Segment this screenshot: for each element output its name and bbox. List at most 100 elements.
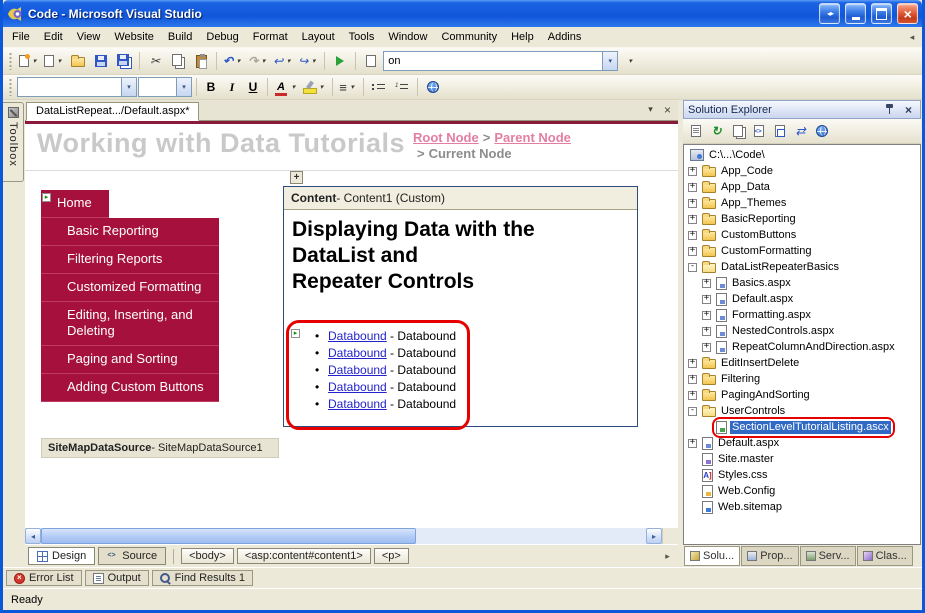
save-button[interactable] (90, 50, 112, 72)
cut-button[interactable] (144, 50, 166, 72)
panel-tab-solu[interactable]: Solu... (684, 546, 740, 566)
tree-expander-icon[interactable]: + (702, 295, 711, 304)
tree-item-basicreporting[interactable]: +BasicReporting (684, 211, 920, 227)
tree-item-custombuttons[interactable]: +CustomButtons (684, 227, 920, 243)
tree-item-editinsertdelete[interactable]: +EditInsertDelete (684, 355, 920, 371)
tag-button[interactable]: <asp:content#content1> (237, 548, 371, 564)
databound-link[interactable]: Databound (328, 380, 387, 394)
highlight-button[interactable] (301, 76, 328, 98)
minimize-button[interactable] (845, 3, 866, 24)
tree-item-formatting-aspx[interactable]: +Formatting.aspx (684, 307, 920, 323)
tree-item-nestedcontrols-aspx[interactable]: +NestedControls.aspx (684, 323, 920, 339)
tag-button[interactable]: <p> (374, 548, 409, 564)
document-tab[interactable]: DataListRepeat.../Default.aspx* (26, 102, 199, 121)
solution-tree[interactable]: C:\...\Code\+App_Code+App_Data+App_Theme… (683, 144, 921, 545)
move-handle-icon[interactable] (290, 171, 303, 184)
numbered-list-button[interactable] (391, 76, 413, 98)
nest-related-files-button[interactable] (729, 123, 746, 140)
nav-item-paging-and-sorting[interactable]: Paging and Sorting (41, 346, 219, 374)
close-document-button[interactable] (660, 102, 675, 117)
scroll-right-button[interactable] (646, 528, 662, 544)
menu-item-format[interactable]: Format (246, 28, 295, 46)
combo-arrow-icon[interactable] (121, 78, 136, 96)
tree-item-default-aspx[interactable]: +Default.aspx (684, 291, 920, 307)
solution-explorer-title-bar[interactable]: Solution Explorer (683, 100, 921, 119)
tag-scroll-right-button[interactable] (660, 551, 675, 562)
menu-item-file[interactable]: File (5, 28, 37, 46)
find-button[interactable] (360, 50, 382, 72)
tree-expander-icon[interactable]: + (688, 183, 697, 192)
menu-item-view[interactable]: View (70, 28, 108, 46)
panel-tab-prop[interactable]: Prop... (741, 546, 798, 566)
tree-item-app-data[interactable]: +App_Data (684, 179, 920, 195)
tree-expander-icon[interactable]: + (688, 199, 697, 208)
open-file-button[interactable] (67, 50, 89, 72)
tag-button[interactable]: <body> (181, 548, 234, 564)
start-debug-button[interactable] (329, 50, 351, 72)
tree-expander-icon[interactable]: + (702, 279, 711, 288)
menu-item-window[interactable]: Window (381, 28, 434, 46)
source-view-button[interactable]: Source (98, 547, 166, 565)
font-color-button[interactable]: A (272, 76, 300, 98)
menu-item-community[interactable]: Community (434, 28, 504, 46)
properties-button[interactable] (687, 123, 704, 140)
tree-expander-icon[interactable]: + (688, 247, 697, 256)
bullet-list-button[interactable] (368, 76, 390, 98)
config-combo[interactable]: on (383, 51, 618, 71)
panel-tab-clas[interactable]: Clas... (857, 546, 913, 566)
tree-item-web-sitemap[interactable]: Web.sitemap (684, 499, 920, 515)
combo-arrow-icon[interactable] (176, 78, 191, 96)
tree-item-c-code[interactable]: C:\...\Code\ (684, 147, 920, 163)
tree-item-sectionleveltutoriallisting-ascx[interactable]: SectionLevelTutorialListing.ascx (684, 419, 920, 435)
sitemapdatasource-control[interactable]: SiteMapDataSource - SiteMapDataSource1 (41, 438, 279, 458)
databound-link[interactable]: Databound (328, 346, 387, 360)
tree-expander-icon[interactable]: + (702, 311, 711, 320)
scroll-thumb[interactable] (41, 528, 416, 544)
nav-item-customized-formatting[interactable]: Customized Formatting (41, 274, 219, 302)
tree-expander-icon[interactable]: + (688, 375, 697, 384)
tree-expander-icon[interactable]: + (688, 167, 697, 176)
nav-item-filtering-reports[interactable]: Filtering Reports (41, 246, 219, 274)
menu-item-website[interactable]: Website (107, 28, 161, 46)
copy-web-site-button[interactable] (792, 123, 809, 140)
tree-item-pagingandsorting[interactable]: +PagingAndSorting (684, 387, 920, 403)
underline-button[interactable]: U (243, 77, 263, 97)
toolbar-grip[interactable] (8, 78, 13, 96)
menu-item-layout[interactable]: Layout (295, 28, 342, 46)
tree-expander-icon[interactable]: - (688, 407, 697, 416)
design-surface[interactable]: Working with Data Tutorials Root Node>Pa… (25, 121, 678, 528)
menu-overflow-button[interactable] (904, 32, 920, 43)
view-designer-button[interactable] (771, 123, 788, 140)
design-view-button[interactable]: Design (28, 547, 95, 565)
hyperlink-button[interactable] (422, 76, 444, 98)
breadcrumb-parent-link[interactable]: Parent Node (494, 130, 571, 145)
bottom-tab-output[interactable]: Output (85, 570, 149, 586)
tree-expander-icon[interactable]: + (688, 391, 697, 400)
align-button[interactable] (337, 76, 359, 98)
breadcrumb-root-link[interactable]: Root Node (413, 130, 479, 145)
bottom-tab-error-list[interactable]: Error List (6, 570, 82, 586)
undo-button[interactable] (221, 50, 245, 72)
tree-item-basics-aspx[interactable]: +Basics.aspx (684, 275, 920, 291)
tree-expander-icon[interactable]: + (688, 215, 697, 224)
save-all-button[interactable] (113, 50, 135, 72)
bold-button[interactable]: B (201, 77, 221, 97)
menu-item-debug[interactable]: Debug (199, 28, 245, 46)
tree-expander-icon[interactable]: + (702, 343, 711, 352)
bottom-tab-find-results-1[interactable]: Find Results 1 (152, 570, 253, 586)
panel-tab-serv[interactable]: Serv... (800, 546, 856, 566)
close-button[interactable] (897, 3, 918, 24)
nav-item-editing-inserting-and-deleting[interactable]: Editing, Inserting, and Deleting (41, 302, 219, 346)
refresh-button[interactable] (708, 123, 725, 140)
aspnet-configuration-button[interactable] (813, 123, 830, 140)
navigate-forward-button[interactable] (296, 50, 320, 72)
tree-item-filtering[interactable]: +Filtering (684, 371, 920, 387)
tree-expander-icon[interactable]: + (702, 327, 711, 336)
nav-item-home[interactable]: Home (41, 190, 109, 218)
scroll-track[interactable] (41, 528, 646, 544)
tree-expander-icon[interactable]: + (688, 231, 697, 240)
nav-item-adding-custom-buttons[interactable]: Adding Custom Buttons (41, 374, 219, 402)
copy-button[interactable] (167, 50, 189, 72)
databound-link[interactable]: Databound (328, 363, 387, 377)
menu-item-edit[interactable]: Edit (37, 28, 70, 46)
